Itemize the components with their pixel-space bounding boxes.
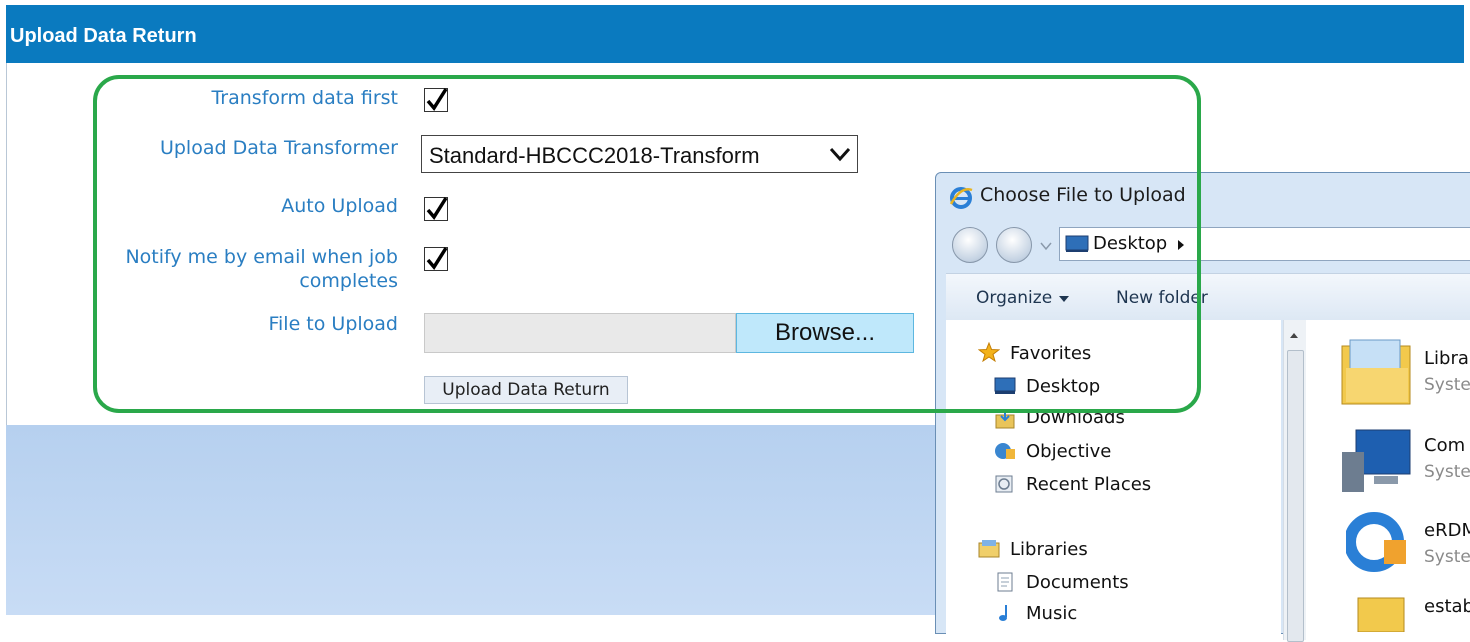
file-subtitle: Syste — [1424, 462, 1470, 482]
transformer-select[interactable]: Standard-HBCCC2018-Transform — [421, 135, 858, 173]
libraries-folder-icon — [1341, 339, 1411, 405]
chevron-down-icon — [1059, 296, 1069, 302]
file-name[interactable]: Libra — [1424, 348, 1469, 369]
file-dialog: Choose File to Upload Desktop Organize N… — [935, 172, 1470, 642]
nav-documents[interactable]: Documents — [1026, 572, 1129, 593]
nav-favorites[interactable]: Favorites — [1010, 343, 1091, 364]
page-title: Upload Data Return — [10, 25, 197, 47]
nav-objective[interactable]: Objective — [1026, 441, 1111, 462]
address-bar[interactable]: Desktop — [1059, 227, 1470, 261]
navigation-scrollbar[interactable] — [1283, 320, 1306, 642]
scroll-thumb[interactable] — [1287, 350, 1304, 642]
file-name[interactable]: estab — [1424, 596, 1470, 617]
history-chevron-icon[interactable] — [1040, 241, 1052, 251]
star-icon — [978, 342, 1000, 362]
notify-label-line2: completes — [299, 270, 398, 292]
recent-places-icon — [995, 475, 1013, 493]
page-header: Upload Data Return — [6, 5, 1464, 63]
chevron-down-icon — [829, 147, 851, 162]
file-subtitle: Syste — [1424, 547, 1470, 567]
nav-desktop[interactable]: Desktop — [1026, 376, 1100, 397]
organize-menu[interactable]: Organize — [976, 288, 1052, 308]
auto-upload-label: Auto Upload — [281, 195, 398, 217]
forward-button[interactable] — [996, 227, 1032, 263]
transform-label: Transform data first — [211, 87, 398, 109]
downloads-icon — [995, 409, 1015, 429]
file-label: File to Upload — [268, 313, 398, 335]
browse-button[interactable]: Browse... — [736, 313, 914, 353]
desktop-icon — [1065, 235, 1089, 252]
nav-recent-places[interactable]: Recent Places — [1026, 474, 1151, 495]
auto-upload-checkbox[interactable] — [424, 197, 448, 221]
nav-libraries[interactable]: Libraries — [1010, 539, 1088, 560]
scroll-up-icon[interactable] — [1289, 332, 1299, 339]
address-text: Desktop — [1093, 233, 1168, 254]
check-icon — [426, 247, 448, 270]
check-icon — [426, 197, 448, 220]
file-list: Libra Syste Com Syste eRDM Syste estab — [1306, 320, 1470, 640]
notify-checkbox[interactable] — [424, 247, 448, 271]
dialog-title: Choose File to Upload — [980, 184, 1186, 206]
folder-icon — [1357, 597, 1405, 632]
notify-label-line1: Notify me by email when job — [125, 246, 398, 268]
back-button[interactable] — [952, 227, 988, 263]
chevron-right-icon[interactable] — [1177, 239, 1185, 251]
music-icon — [999, 605, 1007, 621]
desktop-icon — [994, 377, 1016, 394]
file-path-input[interactable] — [424, 313, 736, 353]
transformer-label: Upload Data Transformer — [159, 137, 398, 159]
file-name[interactable]: eRDM — [1424, 520, 1470, 541]
documents-icon — [997, 572, 1013, 592]
transformer-value: Standard-HBCCC2018-Transform — [429, 143, 760, 168]
navigation-pane: Favorites Desktop Downloads Objective Re… — [946, 320, 1281, 640]
libraries-icon — [978, 540, 1000, 558]
nav-music[interactable]: Music — [1026, 603, 1077, 624]
erdm-app-icon — [1346, 512, 1406, 572]
computer-icon — [1342, 429, 1411, 492]
new-folder-button[interactable]: New folder — [1116, 288, 1208, 308]
objective-icon — [995, 443, 1015, 459]
file-name[interactable]: Com — [1424, 435, 1465, 456]
transform-checkbox[interactable] — [424, 88, 448, 112]
upload-data-return-button[interactable]: Upload Data Return — [424, 376, 628, 404]
file-subtitle: Syste — [1424, 375, 1470, 395]
nav-downloads[interactable]: Downloads — [1026, 407, 1125, 428]
internet-explorer-icon — [949, 187, 973, 209]
check-icon — [426, 88, 448, 111]
dialog-toolbar: Organize New folder — [946, 273, 1470, 320]
